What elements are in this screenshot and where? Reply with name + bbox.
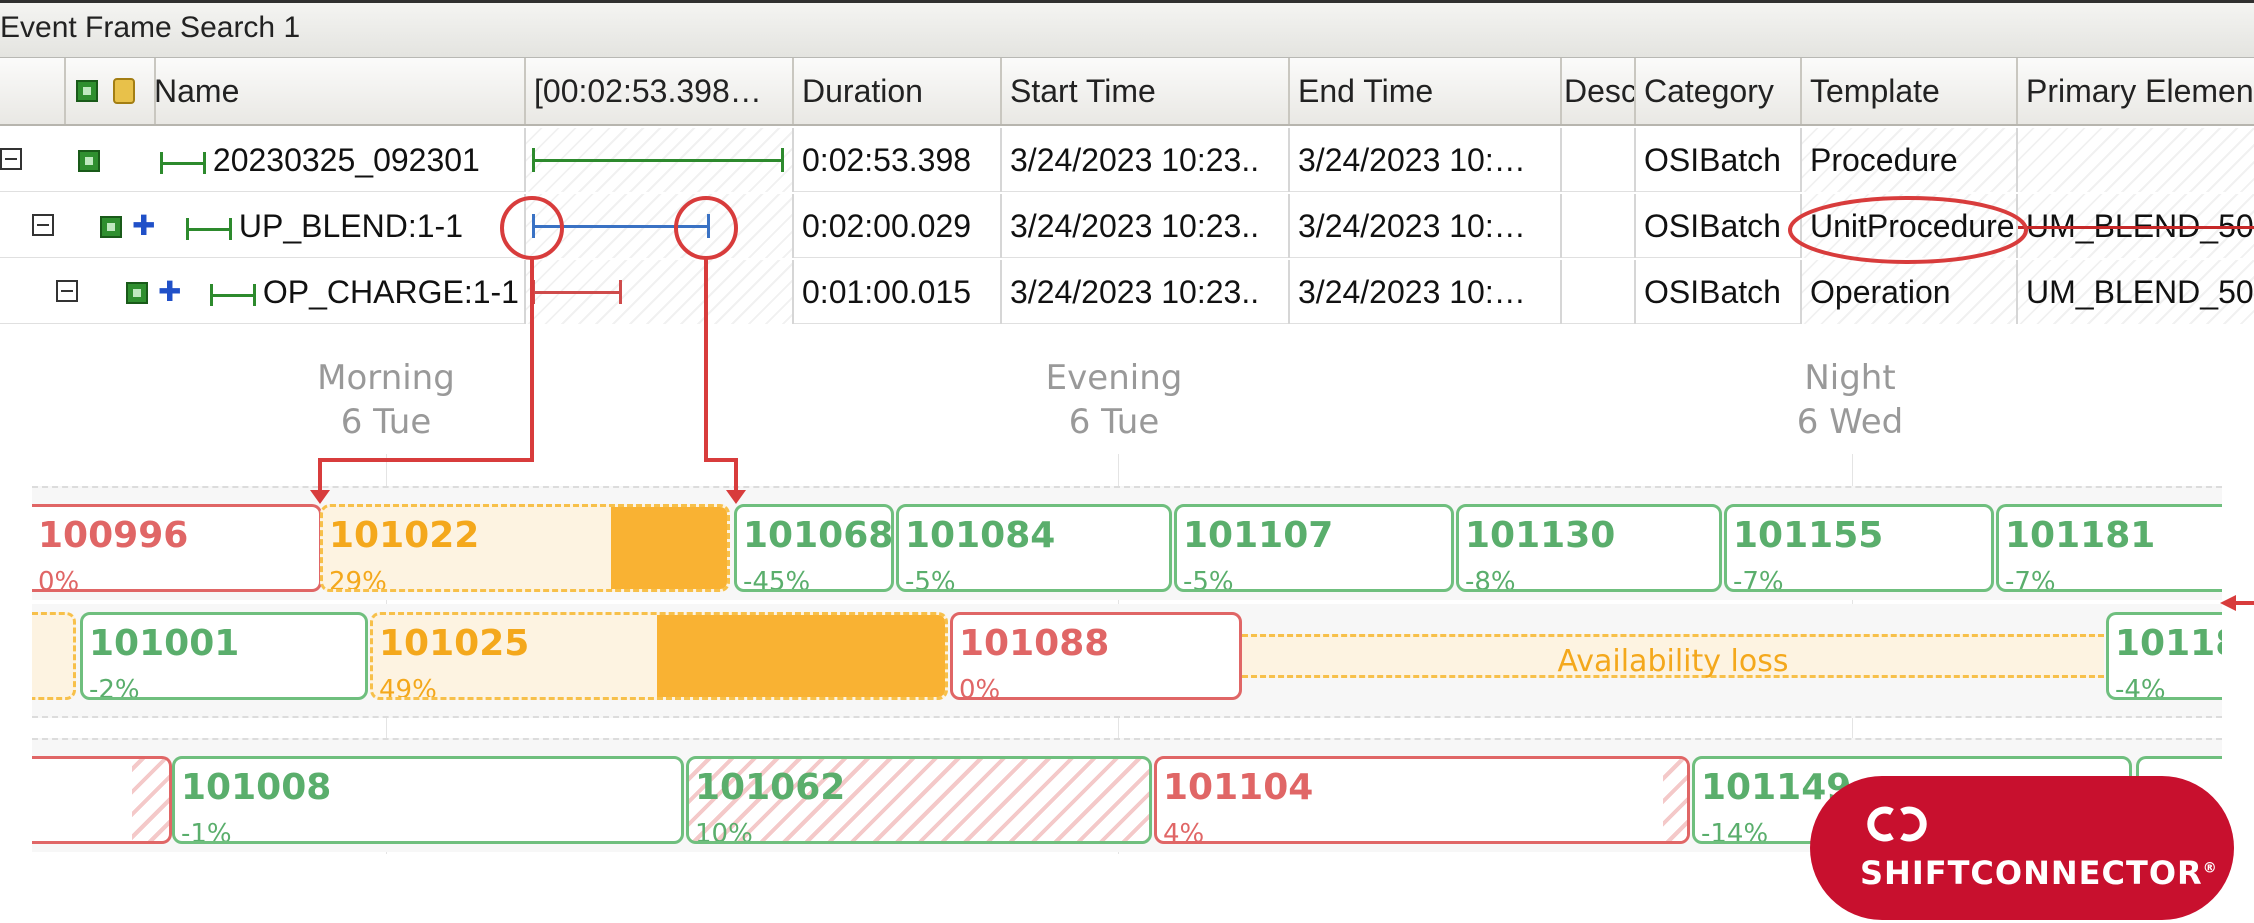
logo-registered: ® [2202,860,2218,877]
arrowhead-end [726,490,746,504]
pointer-line-start [318,258,534,496]
arrowhead-start [310,490,330,504]
highlight-circle-end [674,196,738,260]
highlight-template [1788,196,2028,264]
shiftconnector-logo: SHIFTCONNECTOR® [1810,776,2234,920]
link-icon [1867,806,1927,842]
logo-text: SHIFTCONNECTOR [1860,854,2203,892]
arrowhead-right [2220,595,2236,611]
highlight-circle-start [500,196,564,260]
pointer-line-end [704,258,738,496]
